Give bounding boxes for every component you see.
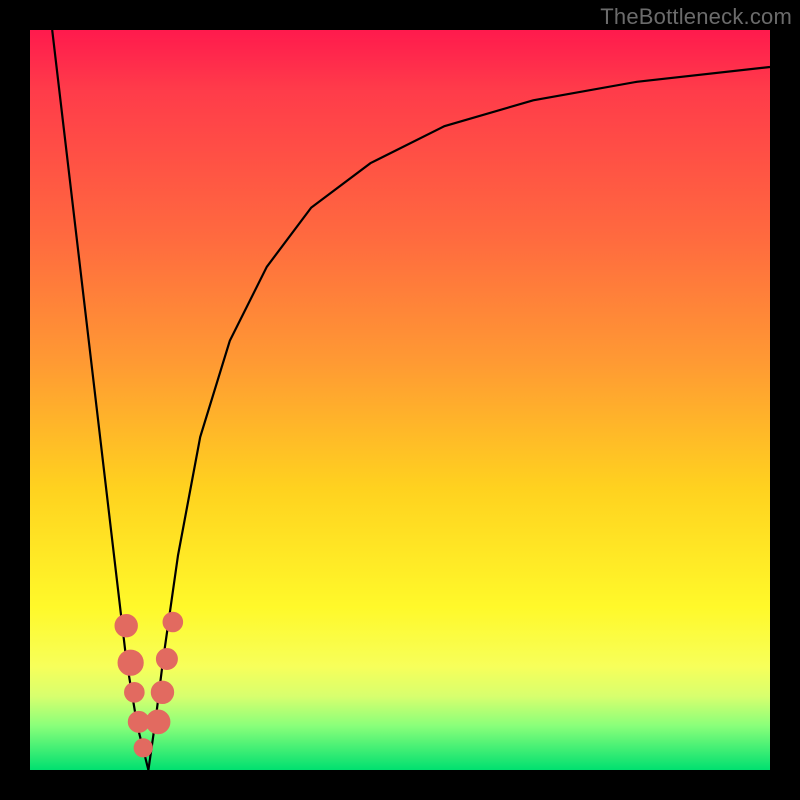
cluster-point [146,710,170,734]
cluster-point [151,681,173,703]
marker-cluster [115,612,183,757]
cluster-point [134,739,152,757]
cluster-point [125,683,145,703]
cluster-point [115,615,137,637]
cluster-point [156,649,177,670]
curve-right-branch [148,67,770,770]
chart-frame: TheBottleneck.com [0,0,800,800]
cluster-point [163,612,183,632]
watermark-text: TheBottleneck.com [600,4,792,30]
plot-area [30,30,770,770]
cluster-point [118,650,143,675]
chart-svg [30,30,770,770]
